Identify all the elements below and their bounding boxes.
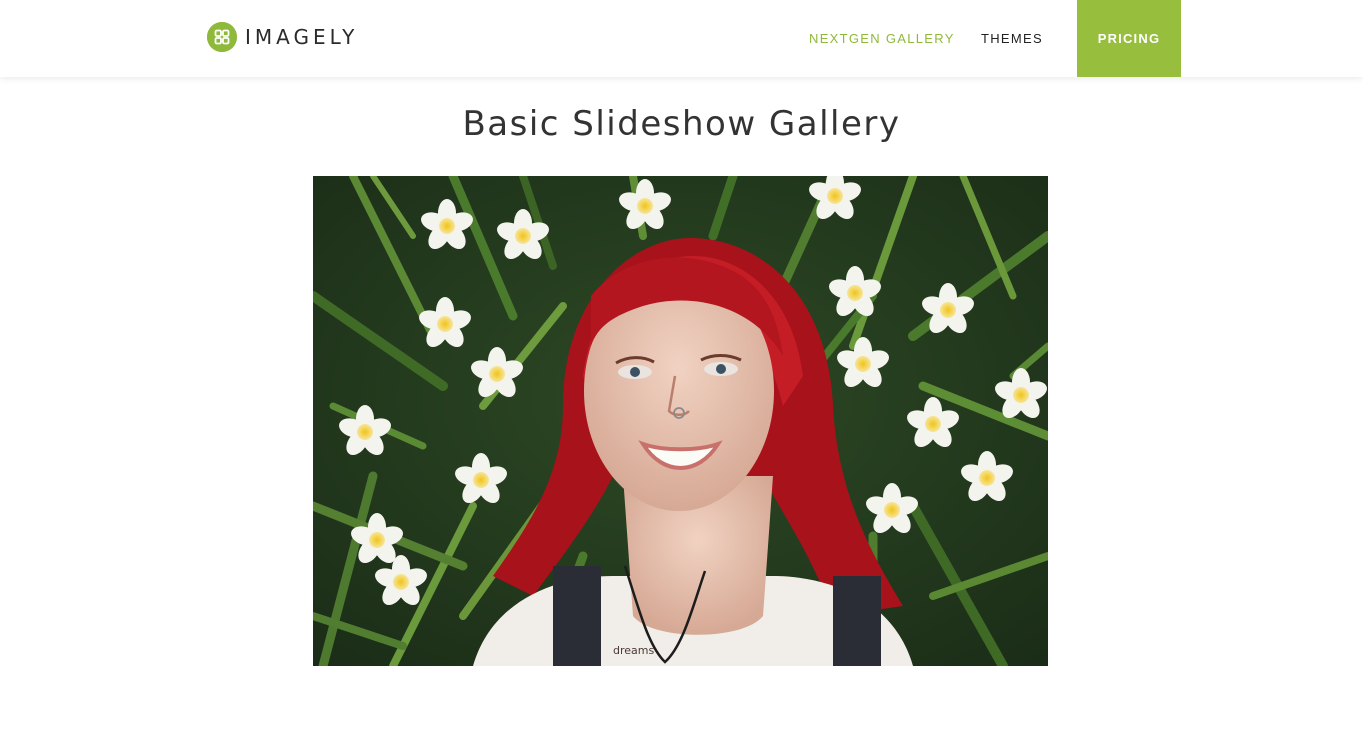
site-logo[interactable]: IMAGELY bbox=[207, 21, 358, 53]
grid-logo-icon bbox=[207, 22, 237, 52]
brand-name: IMAGELY bbox=[245, 25, 359, 49]
tattoo-text: dreams bbox=[613, 644, 654, 657]
slide-image: dreams bbox=[313, 176, 1048, 666]
nav-link-nextgen-gallery[interactable]: NEXTGEN GALLERY bbox=[809, 31, 955, 46]
nav-themes: THEMES bbox=[981, 0, 1043, 77]
pricing-button[interactable]: PRICING bbox=[1077, 0, 1181, 77]
slideshow-gallery[interactable]: dreams bbox=[313, 176, 1048, 666]
site-header: IMAGELY NEXTGEN GALLERY THEMES PRICING bbox=[0, 0, 1363, 77]
page-title: Basic Slideshow Gallery bbox=[462, 104, 901, 144]
nav-link-themes[interactable]: THEMES bbox=[981, 31, 1043, 46]
nav-nextgen-gallery: NEXTGEN GALLERY bbox=[809, 0, 955, 77]
